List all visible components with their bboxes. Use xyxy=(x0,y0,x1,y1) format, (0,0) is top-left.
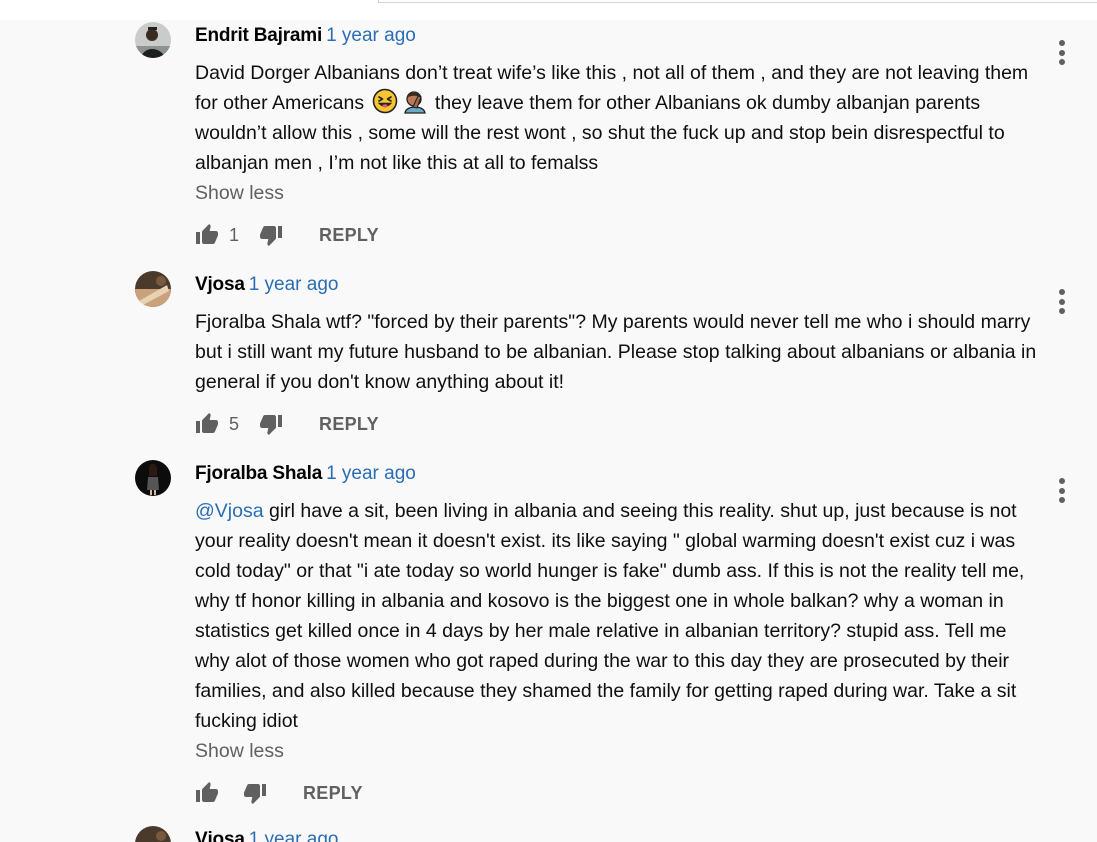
top-bar-divider xyxy=(378,0,1097,3)
thumb-up-icon[interactable] xyxy=(195,412,219,436)
reply-button[interactable]: REPLY xyxy=(303,783,363,804)
comment-timestamp[interactable]: 1 year ago xyxy=(326,25,416,46)
comment-header: Vjosa 1 year ago xyxy=(195,273,339,297)
reply-button[interactable]: REPLY xyxy=(319,414,379,435)
show-less-button[interactable]: Show less xyxy=(195,181,284,205)
thumb-down-icon[interactable] xyxy=(259,412,283,436)
comments-page: Endrit Bajrami 1 year ago David Dorger Al… xyxy=(0,0,1097,842)
mention-link[interactable]: @Vjosa xyxy=(195,500,264,522)
comment-text: David Dorger Albanians don’t treat wife’… xyxy=(195,58,1045,178)
comment-action-bar: 5 REPLY xyxy=(195,411,379,437)
show-less-button[interactable]: Show less xyxy=(195,739,284,763)
comment-header: Fjoralba Shala 1 year ago xyxy=(195,462,416,486)
comment-text-part: girl have a sit, been living in albania … xyxy=(195,500,1025,732)
thumb-up-icon[interactable] xyxy=(195,223,219,247)
author-name[interactable]: Endrit Bajrami xyxy=(195,25,322,46)
author-name[interactable]: Vjosa xyxy=(195,829,245,842)
comment-timestamp[interactable]: 1 year ago xyxy=(249,829,339,842)
more-vert-icon[interactable] xyxy=(1055,478,1069,506)
comment-action-bar: 1 REPLY xyxy=(195,222,379,248)
like-count: 5 xyxy=(229,413,240,434)
comment-header: Endrit Bajrami 1 year ago xyxy=(195,24,416,48)
thumb-down-icon[interactable] xyxy=(259,223,283,247)
comment-text: @Vjosa girl have a sit, been living in a… xyxy=(195,496,1045,736)
comment-timestamp[interactable]: 1 year ago xyxy=(326,463,416,484)
like-count: 1 xyxy=(229,224,240,245)
thumb-up-icon[interactable] xyxy=(195,781,219,805)
person-facepalming-emoji xyxy=(402,88,428,114)
reply-button[interactable]: REPLY xyxy=(319,225,379,246)
squinting-face-with-tongue-emoji xyxy=(372,88,398,114)
avatar[interactable] xyxy=(135,271,171,307)
author-name[interactable]: Vjosa xyxy=(195,274,245,295)
author-name[interactable]: Fjoralba Shala xyxy=(195,463,322,484)
avatar[interactable] xyxy=(135,460,171,496)
comment-text: Fjoralba Shala wtf? "forced by their par… xyxy=(195,311,1037,393)
avatar[interactable] xyxy=(135,826,171,842)
comment-header: Vjosa 1 year ago xyxy=(195,828,339,842)
comment-timestamp[interactable]: 1 year ago xyxy=(249,274,339,295)
more-vert-icon[interactable] xyxy=(1055,289,1069,317)
more-vert-icon[interactable] xyxy=(1055,40,1069,68)
top-bar xyxy=(0,0,1097,20)
thumb-down-icon[interactable] xyxy=(243,781,267,805)
avatar[interactable] xyxy=(135,22,171,58)
comment-action-bar: REPLY xyxy=(195,780,363,806)
